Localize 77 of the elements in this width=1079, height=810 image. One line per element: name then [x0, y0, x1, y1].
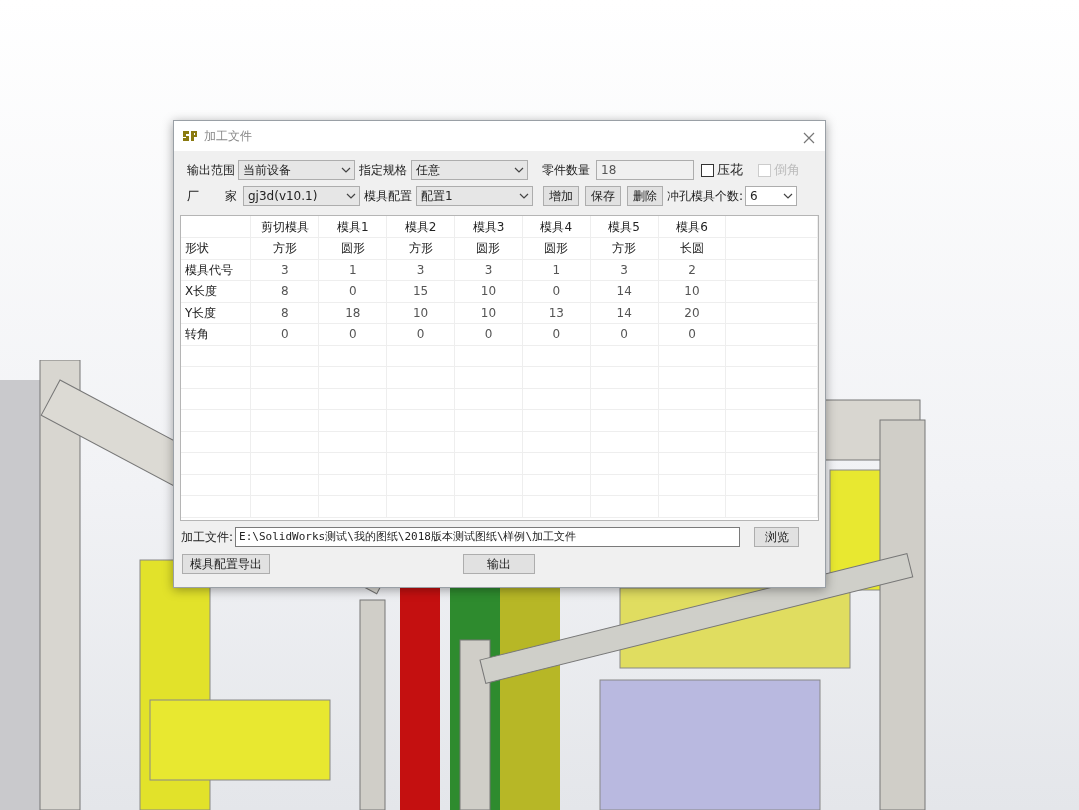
table-cell: 3 [590, 259, 659, 281]
table-cell: 10 [454, 302, 523, 324]
table-cell: 0 [522, 280, 591, 302]
checkbox-label: 压花 [717, 161, 743, 180]
checkbox[interactable] [701, 163, 714, 177]
table-cell: 1 [522, 259, 591, 281]
table-cell: 3 [386, 259, 455, 281]
field-label: 家 [225, 188, 237, 205]
table-cell: 0 [590, 323, 659, 345]
table-cell: 0 [386, 323, 455, 345]
browse-button[interactable]: 浏览 [754, 527, 800, 547]
table-cell: 圆形 [454, 237, 523, 259]
toolbar-button[interactable]: 删除 [627, 186, 663, 206]
table-cell: 10 [658, 280, 726, 302]
table-cell: 方形 [386, 237, 455, 259]
table-cell: 3 [250, 259, 319, 281]
column-header: 模具4 [522, 216, 591, 238]
footer-button[interactable]: 模具配置导出 [182, 554, 270, 574]
table-cell: 3 [454, 259, 523, 281]
table-cell: 0 [522, 323, 591, 345]
table-cell: 13 [522, 302, 591, 324]
dropdown[interactable]: 配置1 [416, 186, 533, 206]
caret-icon [519, 193, 529, 199]
table-cell: 10 [386, 302, 455, 324]
row-label: 模具代号 [181, 259, 251, 281]
table-cell: 方形 [250, 237, 319, 259]
table-cell: 8 [250, 302, 319, 324]
dropdown[interactable]: 任意 [411, 160, 528, 180]
dropdown[interactable]: 6 [745, 186, 798, 206]
field-label: 模具配置 [364, 188, 412, 205]
toolbar-button[interactable]: 增加 [543, 186, 579, 206]
dropdown[interactable]: gj3d(v10.1) [243, 186, 360, 206]
field-label: 指定规格 [359, 162, 407, 179]
caret-icon [346, 193, 356, 199]
table-cell: 18 [318, 302, 387, 324]
table-cell: 方形 [590, 237, 659, 259]
table-cell: 15 [386, 280, 455, 302]
column-header: 模具5 [590, 216, 659, 238]
table-cell: 长圆 [658, 237, 726, 259]
table-cell: 2 [658, 259, 726, 281]
table-cell: 10 [454, 280, 523, 302]
field-label: 加工文件: [181, 529, 234, 546]
row-label: 形状 [181, 237, 251, 259]
table-cell: 0 [658, 323, 726, 345]
row-label: Y长度 [181, 302, 251, 324]
table-cell: 14 [590, 302, 659, 324]
table-cell: 0 [454, 323, 523, 345]
dropdown[interactable]: 当前设备 [238, 160, 355, 180]
table-cell: 0 [318, 323, 387, 345]
field-label: 零件数量 [542, 162, 590, 179]
field-label: 厂 [187, 188, 199, 205]
row-label: X长度 [181, 280, 251, 302]
table-cell: 圆形 [318, 237, 387, 259]
row-label: 转角 [181, 323, 251, 345]
table-cell: 0 [318, 280, 387, 302]
input-field[interactable]: 18 [596, 160, 694, 180]
toolbar-button[interactable]: 保存 [585, 186, 621, 206]
caret-icon [341, 167, 351, 173]
column-header: 模具3 [454, 216, 523, 238]
table-cell: 0 [250, 323, 319, 345]
app-logo-icon [182, 129, 198, 143]
caret-icon [514, 167, 524, 173]
table-cell: 1 [318, 259, 387, 281]
window-title: 加工文件 [204, 128, 252, 145]
table-cell: 14 [590, 280, 659, 302]
column-header: 模具2 [386, 216, 455, 238]
caret-icon [783, 193, 794, 199]
table-cell: 8 [250, 280, 319, 302]
table-cell: 20 [658, 302, 726, 324]
footer-button[interactable]: 输出 [463, 554, 535, 574]
column-header: 剪切模具 [250, 216, 319, 238]
field-label: 冲孔模具个数: [667, 188, 744, 205]
column-header: 模具1 [318, 216, 387, 238]
column-header: 模具6 [658, 216, 726, 238]
input-field[interactable]: E:\SolidWorks测试\我的图纸\2018版本测试图纸\样例\加工文件 [235, 527, 741, 547]
field-label: 输出范围 [187, 162, 235, 179]
table-cell: 圆形 [522, 237, 591, 259]
